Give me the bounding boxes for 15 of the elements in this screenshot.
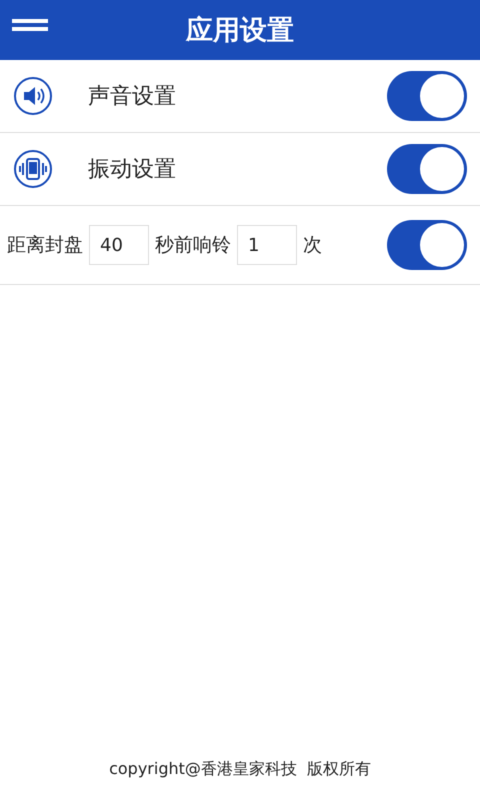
toggle-switch[interactable] [387,71,467,121]
toggle-switch[interactable] [387,220,467,270]
seconds-field[interactable]: 40 [89,225,149,265]
times-field[interactable]: 1 [237,225,297,265]
setting-label: 振动设置 [88,156,177,184]
reminder-label: 距离封盘 [7,233,83,258]
copyright-text: copyright@香港皇家科技 [109,759,297,780]
toggle-switch[interactable] [387,144,467,194]
reminder-label: 次 [303,233,322,258]
rights-text: 版权所有 [306,759,371,780]
reminder-label: 秒前响铃 [155,233,231,258]
speaker-icon [13,76,53,116]
page-title: 应用设置 [186,14,294,48]
vibrating-phone-icon [13,149,53,189]
setting-label: 声音设置 [88,83,177,111]
